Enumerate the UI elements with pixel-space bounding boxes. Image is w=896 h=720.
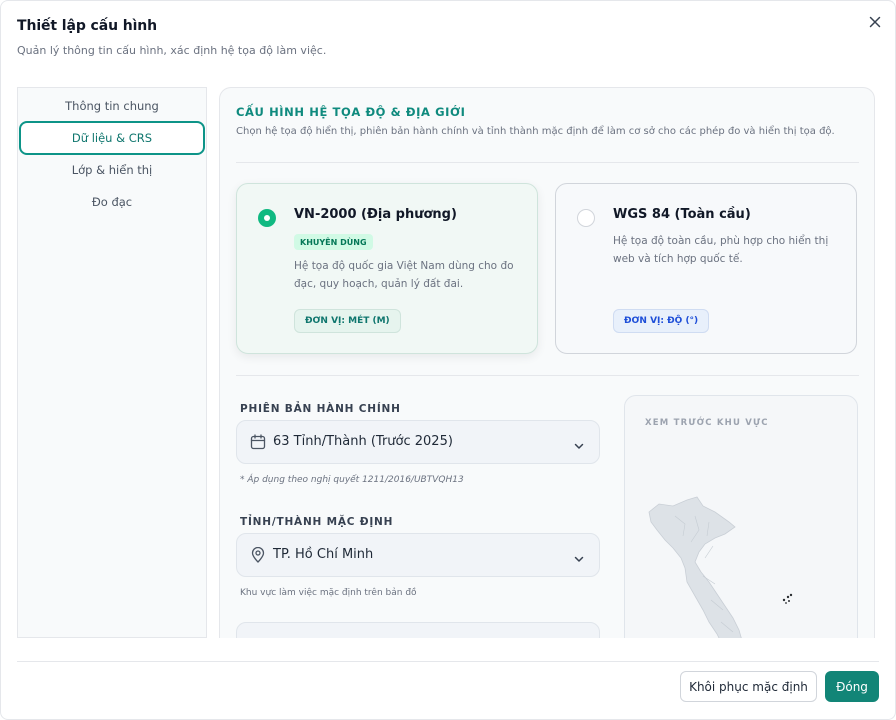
crs-card-vn2000[interactable]: VN-2000 (Địa phương) KHUYÊN DÙNG Hệ tọa …	[236, 183, 538, 354]
admin-version-label: PHIÊN BẢN HÀNH CHÍNH	[240, 403, 401, 415]
admin-version-note: * Áp dụng theo nghị quyết 1211/2016/UBTV…	[240, 475, 464, 485]
vietnam-map-image	[648, 496, 793, 638]
close-icon	[869, 16, 881, 28]
radio-vn2000[interactable]	[258, 209, 276, 227]
settings-sidebar: Thông tin chung Dữ liệu & CRS Lớp & hiển…	[17, 87, 207, 638]
chevron-down-icon	[573, 437, 585, 456]
next-field-select[interactable]	[236, 622, 600, 638]
default-province-select[interactable]: TP. Hồ Chí Minh	[236, 533, 600, 577]
crs-card-wgs84[interactable]: WGS 84 (Toàn cầu) Hệ tọa độ toàn cầu, ph…	[555, 183, 857, 354]
crs-title-vn2000: VN-2000 (Địa phương)	[294, 207, 457, 222]
crs-description-vn2000: Hệ tọa độ quốc gia Việt Nam dùng cho đo …	[294, 260, 514, 290]
area-preview: XEM TRƯỚC KHU VỰC	[624, 395, 858, 638]
crs-description-wgs84: Hệ tọa độ toàn cầu, phù hợp cho hiển thị…	[613, 235, 829, 265]
dialog-title: Thiết lập cấu hình	[17, 18, 158, 34]
divider	[236, 375, 859, 376]
sidebar-item-measure[interactable]: Đo đạc	[18, 186, 206, 218]
unit-badge-degree: ĐƠN VỊ: ĐỘ (°)	[613, 309, 710, 333]
sidebar-item-data-crs[interactable]: Dữ liệu & CRS	[19, 121, 205, 155]
recommended-badge: KHUYÊN DÙNG	[294, 234, 373, 250]
close-dialog-button[interactable]: Đóng	[825, 671, 879, 702]
default-province-note: Khu vực làm việc mặc định trên bản đồ	[240, 588, 417, 598]
calendar-icon	[250, 434, 266, 454]
close-button[interactable]	[865, 12, 885, 32]
sidebar-item-general[interactable]: Thông tin chung	[18, 90, 206, 122]
section-description: Chọn hệ tọa độ hiển thị, phiên bản hành …	[236, 126, 835, 137]
settings-dialog: Thiết lập cấu hình Quản lý thông tin cấu…	[0, 0, 896, 720]
default-province-label: TỈNH/THÀNH MẶC ĐỊNH	[240, 516, 394, 528]
admin-version-value: 63 Tỉnh/Thành (Trước 2025)	[273, 434, 453, 449]
radio-wgs84[interactable]	[577, 209, 595, 227]
map-pin-icon	[250, 546, 266, 567]
dialog-subtitle: Quản lý thông tin cấu hình, xác định hệ …	[17, 44, 327, 57]
unit-badge-meter: ĐƠN VỊ: MÉT (M)	[294, 309, 401, 333]
crs-settings-panel: CẤU HÌNH HỆ TỌA ĐỘ & ĐỊA GIỚI Chọn hệ tọ…	[219, 87, 875, 638]
loading-spinner-icon	[782, 593, 793, 604]
divider	[236, 162, 859, 163]
sidebar-item-layers[interactable]: Lớp & hiển thị	[18, 154, 206, 186]
chevron-down-icon	[573, 550, 585, 569]
reset-defaults-button[interactable]: Khôi phục mặc định	[680, 671, 817, 702]
crs-title-wgs84: WGS 84 (Toàn cầu)	[613, 207, 751, 222]
section-title: CẤU HÌNH HỆ TỌA ĐỘ & ĐỊA GIỚI	[236, 105, 466, 119]
footer-divider	[17, 661, 879, 662]
admin-version-select[interactable]: 63 Tỉnh/Thành (Trước 2025)	[236, 420, 600, 464]
default-province-value: TP. Hồ Chí Minh	[273, 547, 374, 562]
